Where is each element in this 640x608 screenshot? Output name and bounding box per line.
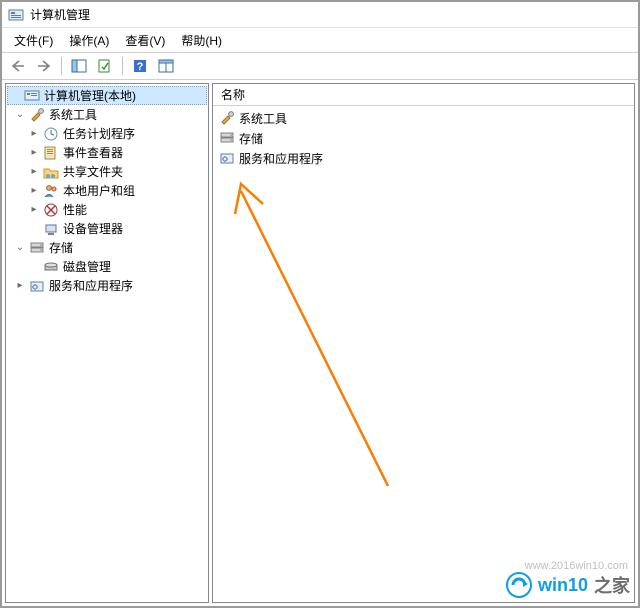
tree-root-label: 计算机管理(本地) [42, 87, 138, 104]
titlebar: 计算机管理 [2, 2, 638, 28]
menu-view[interactable]: 查看(V) [117, 30, 173, 51]
tree-node-device-manager[interactable]: ▸ 设备管理器 [7, 219, 207, 238]
tree-label: 本地用户和组 [61, 182, 137, 199]
shared-folders-icon [43, 164, 59, 180]
window-title: 计算机管理 [30, 6, 90, 23]
tree-label: 服务和应用程序 [47, 277, 135, 294]
tree-collapse-icon[interactable]: ⌄ [13, 108, 27, 122]
watermark-logo-icon [506, 572, 532, 598]
properties-button[interactable] [93, 55, 117, 77]
local-users-icon [43, 183, 59, 199]
list-body[interactable]: 系统工具 存储 服务和应用程序 [213, 106, 634, 602]
list-item-label: 存储 [239, 130, 263, 147]
watermark-text-1: win10 [538, 575, 588, 596]
performance-icon [43, 202, 59, 218]
watermark-url: www.2016win10.com [525, 560, 628, 572]
storage-icon [29, 240, 45, 256]
device-manager-icon [43, 221, 59, 237]
forward-button[interactable] [32, 55, 56, 77]
tree-node-disk-management[interactable]: ▸ 磁盘管理 [7, 257, 207, 276]
watermark: win10 之家 [506, 572, 630, 598]
show-hide-tree-button[interactable] [67, 55, 91, 77]
help-button[interactable]: ? [128, 55, 152, 77]
toolbar: ? [2, 52, 638, 80]
list-item-services-apps[interactable]: 服务和应用程序 [217, 148, 630, 168]
system-tools-icon [29, 107, 45, 123]
tree-expand-icon[interactable]: ▸ [27, 203, 41, 217]
tree-label: 事件查看器 [61, 144, 125, 161]
services-apps-icon [219, 150, 235, 166]
tree-root-node[interactable]: ▸ 计算机管理(本地) [7, 86, 207, 105]
tree-label: 系统工具 [47, 106, 99, 123]
menu-help[interactable]: 帮助(H) [173, 30, 230, 51]
tree-node-task-scheduler[interactable]: ▸ 任务计划程序 [7, 124, 207, 143]
tree-label: 磁盘管理 [61, 258, 113, 275]
menu-action[interactable]: 操作(A) [61, 30, 117, 51]
content-area: ▸ 计算机管理(本地) ⌄ 系统工具 ▸ [2, 80, 638, 606]
column-header-name[interactable]: 名称 [221, 86, 245, 103]
annotation-arrow [213, 106, 623, 586]
tree-label: 存储 [47, 239, 75, 256]
system-tools-icon [219, 110, 235, 126]
back-button[interactable] [6, 55, 30, 77]
task-scheduler-icon [43, 126, 59, 142]
tree-node-event-viewer[interactable]: ▸ 事件查看器 [7, 143, 207, 162]
menubar: 文件(F) 操作(A) 查看(V) 帮助(H) [2, 28, 638, 52]
tree-panel[interactable]: ▸ 计算机管理(本地) ⌄ 系统工具 ▸ [5, 83, 209, 603]
list-item-label: 服务和应用程序 [239, 150, 323, 167]
tree-node-performance[interactable]: ▸ 性能 [7, 200, 207, 219]
list-item-storage[interactable]: 存储 [217, 128, 630, 148]
tree-node-local-users[interactable]: ▸ 本地用户和组 [7, 181, 207, 200]
tree-node-system-tools[interactable]: ⌄ 系统工具 [7, 105, 207, 124]
tree-label: 共享文件夹 [61, 163, 125, 180]
list-panel: 名称 系统工具 存储 服务和应用程序 [212, 83, 635, 603]
svg-text:?: ? [137, 61, 144, 73]
toolbar-separator [61, 57, 62, 75]
tree-expand-icon[interactable]: ▸ [27, 184, 41, 198]
tree-label: 性能 [61, 201, 89, 218]
storage-icon [219, 130, 235, 146]
tree-collapse-icon[interactable]: ⌄ [13, 241, 27, 255]
watermark-text-2: 之家 [594, 572, 630, 598]
disk-management-icon [43, 259, 59, 275]
tree-node-storage[interactable]: ⌄ 存储 [7, 238, 207, 257]
tree-expand-icon[interactable]: ▸ [27, 127, 41, 141]
view-options-button[interactable] [154, 55, 178, 77]
tree-node-services-apps[interactable]: ▸ 服务和应用程序 [7, 276, 207, 295]
app-icon [8, 7, 24, 23]
computer-management-icon [24, 88, 40, 104]
services-apps-icon [29, 278, 45, 294]
tree-label: 任务计划程序 [61, 125, 137, 142]
menu-file[interactable]: 文件(F) [6, 30, 61, 51]
tree-node-shared-folders[interactable]: ▸ 共享文件夹 [7, 162, 207, 181]
list-header[interactable]: 名称 [213, 84, 634, 106]
event-viewer-icon [43, 145, 59, 161]
list-item-label: 系统工具 [239, 110, 287, 127]
tree-expand-icon[interactable]: ▸ [27, 165, 41, 179]
list-item-system-tools[interactable]: 系统工具 [217, 108, 630, 128]
tree-label: 设备管理器 [61, 220, 125, 237]
toolbar-separator [122, 57, 123, 75]
tree-expand-icon[interactable]: ▸ [13, 279, 27, 293]
tree-expand-icon[interactable]: ▸ [27, 146, 41, 160]
